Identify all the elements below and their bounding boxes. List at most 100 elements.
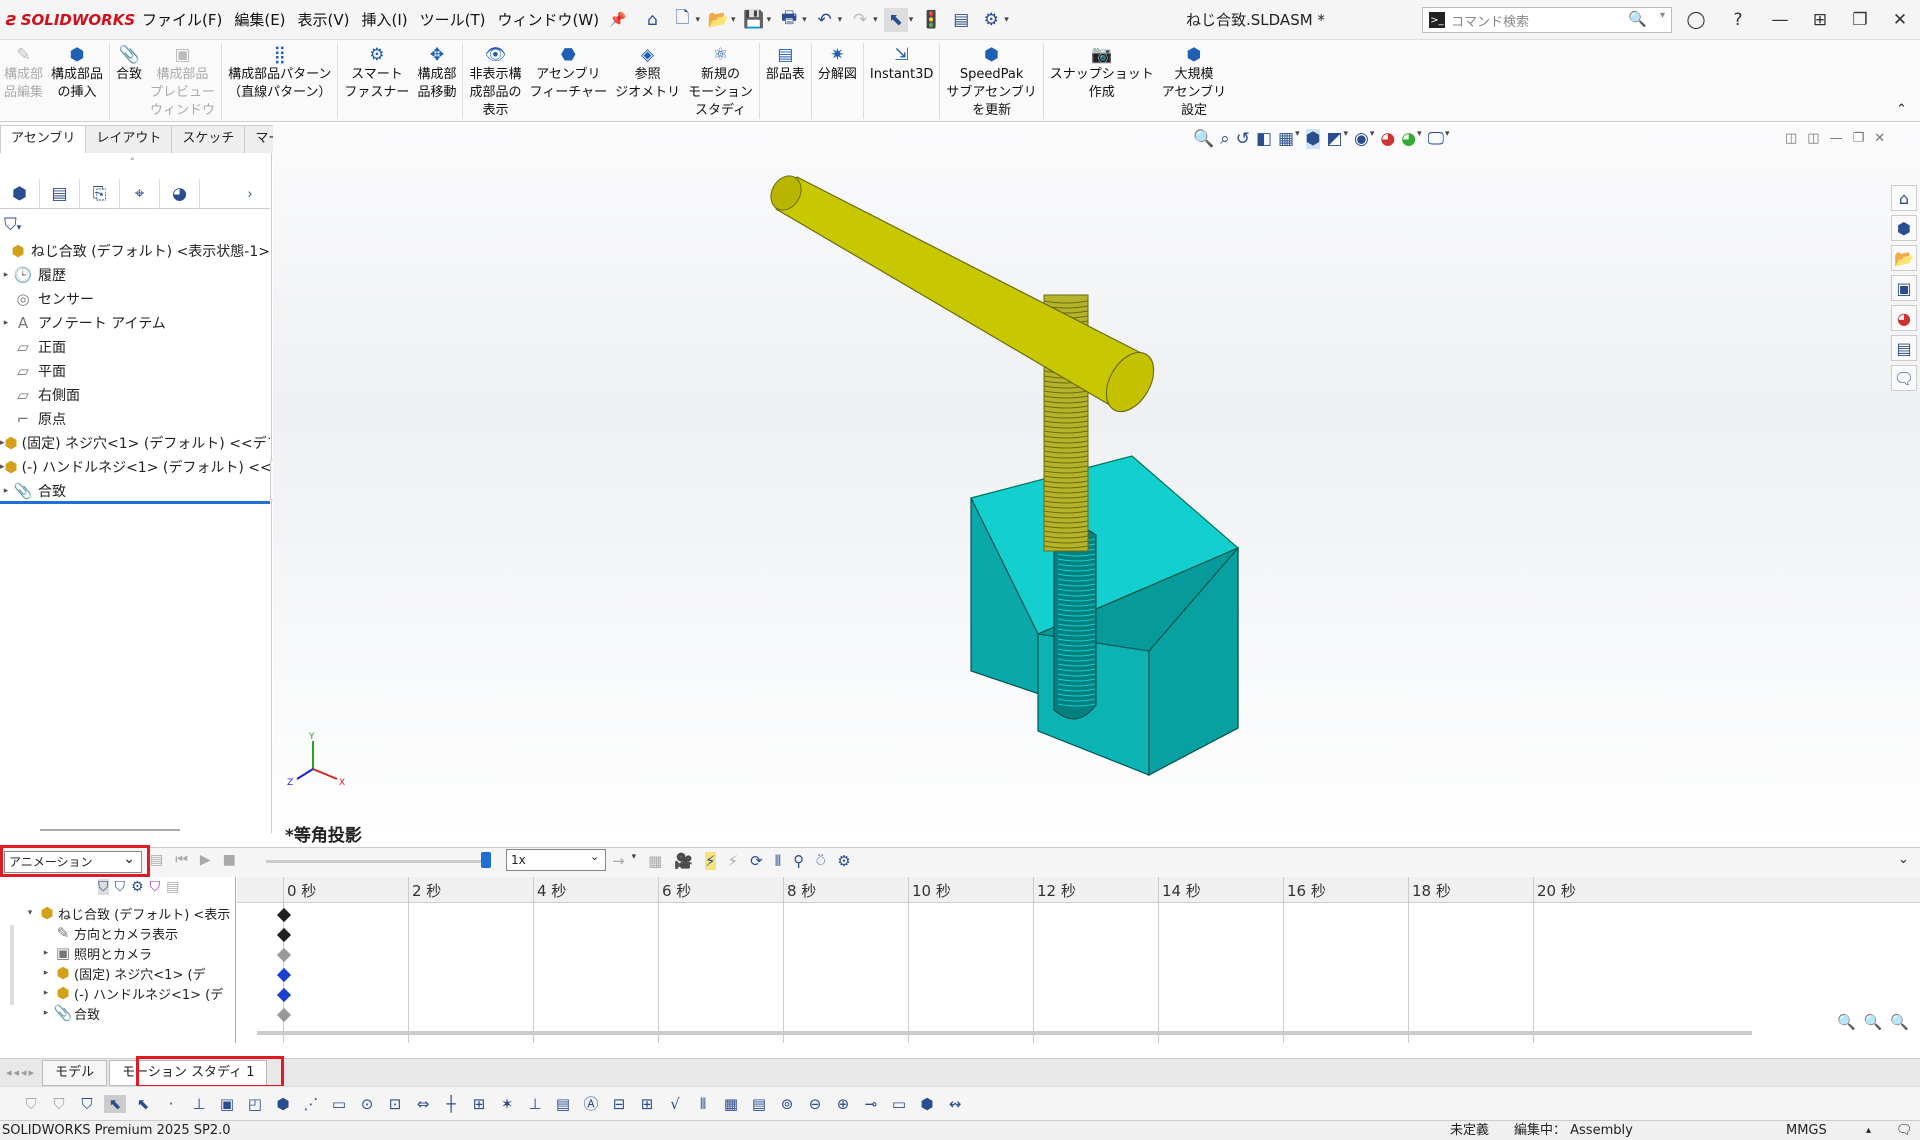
autokey-icon[interactable]: ⚡ [704, 852, 716, 870]
command-edit-component[interactable]: ✎ 構成部 品編集 [0, 40, 47, 102]
motion-tree-scrollbar[interactable] [10, 925, 14, 1005]
filter-center-icon[interactable]: ⊡ [384, 1095, 406, 1113]
select-other-icon[interactable]: ⬉ [132, 1095, 154, 1113]
unit-system[interactable]: MMGS [1786, 1121, 1827, 1140]
command-bom[interactable]: ▤ 部品表 [762, 40, 809, 84]
open-icon[interactable]: 📂 [706, 8, 730, 32]
menu-item-0[interactable]: ファイル(F) [136, 0, 228, 40]
motion-timeline[interactable]: 0 秒2 秒4 秒6 秒8 秒 10 秒 12 秒 14 秒 16 秒 18 秒 20 秒 … [237, 877, 1920, 1043]
filter-plane-icon[interactable]: ⊞ [468, 1095, 490, 1113]
feature-tree-row[interactable]: ◎ センサー [0, 287, 270, 311]
design-library-icon[interactable]: ⬢ [1891, 215, 1917, 241]
new-document-icon[interactable]: 🗋 [671, 8, 695, 32]
tab-1[interactable]: レイアウト [85, 125, 173, 153]
filter-driving-icon[interactable]: ⛉ [115, 879, 126, 895]
zoom-in-icon[interactable]: 🔍 [1837, 1013, 1856, 1031]
zoom-fit-icon[interactable]: 🔍 [1864, 1013, 1883, 1031]
spring-icon[interactable]: ⦀ [775, 852, 782, 870]
minimize-icon[interactable]: — [1760, 0, 1800, 40]
playback-mode-icon[interactable]: → [612, 852, 625, 870]
rollback-bar[interactable] [0, 501, 270, 504]
motor-icon[interactable]: ⟳ [750, 852, 763, 870]
expand-arrow-icon[interactable]: ▸ [40, 988, 52, 998]
forum-icon[interactable]: 🗨 [1891, 365, 1917, 391]
feature-tree-row[interactable]: ⬢ ねじ合致 (デフォルト) <表示状態-1> [0, 239, 270, 263]
filter-sketch-icon[interactable]: ⋰ [300, 1095, 322, 1113]
collapse-tree-icon[interactable]: ▤ [166, 879, 179, 895]
motion-tree-row[interactable]: ✎ 方向とカメラ表示 [0, 923, 232, 943]
print-icon[interactable]: 🖶 [777, 8, 801, 32]
motion-properties-icon[interactable]: ⚙ [837, 852, 850, 870]
filter-icon[interactable]: ⛉▾ [4, 215, 21, 235]
expand-arrow-icon[interactable]: ▾ [24, 908, 36, 918]
tab-2[interactable]: スケッチ [171, 125, 246, 153]
graphics-area[interactable]: 🔍 ⌕ ↺ ◧ ▦ ▾ ⬢ ◩ ▾ ◉ ▾ ◕ ◕ ▾ 🖵 ▾ ◫ ◫ — ❐ ✕ [273, 125, 1920, 846]
command-mate[interactable]: 📎 合致 [112, 40, 146, 84]
units-dropdown-icon[interactable]: ▴ [1866, 1121, 1871, 1140]
filter-point-icon[interactable]: ✶ [496, 1095, 518, 1113]
display-manager-tab-icon[interactable]: ◕ [160, 179, 200, 209]
command-show-hidden[interactable]: 👁 非表示構 成部品の 表示 [465, 40, 525, 120]
filter-edges-icon[interactable]: ⛉ [76, 1095, 98, 1113]
feature-tree-row[interactable]: ▸ ⬢ (固定) ネジ穴<1> (デフォルト) <<デフ [0, 431, 270, 455]
playback-slider-track[interactable] [266, 860, 486, 863]
feature-tree-row[interactable]: ▸ 🕒 履歴 [0, 263, 270, 287]
filter-toolbar-icon[interactable]: ⛉ [20, 1095, 42, 1113]
timeline-scrollbar[interactable] [257, 1031, 1752, 1035]
filter-cosmetic-thread-icon[interactable]: ⦀ [692, 1095, 714, 1113]
filter-tab-icon[interactable]: ⬢ [916, 1095, 938, 1113]
command-exploded-view[interactable]: ✷ 分解図 [814, 40, 861, 84]
dimxpert-tab-icon[interactable]: ⌖ [120, 179, 160, 209]
expand-arrow-icon[interactable]: ▸ [0, 318, 12, 328]
filter-datum-icon[interactable]: ⊟ [608, 1095, 630, 1113]
motion-tree-row[interactable]: ▸ ⬢ (固定) ネジ穴<1> (デ [0, 963, 232, 983]
keypoint[interactable] [276, 967, 292, 983]
command-snapshot[interactable]: 📷 スナップショット 作成 [1046, 40, 1158, 102]
menu-item-3[interactable]: 挿入(I) [356, 0, 414, 40]
expand-arrow-icon[interactable]: ▸ [40, 1008, 52, 1018]
undo-icon[interactable]: ↶ [813, 8, 837, 32]
expand-arrow-icon[interactable]: ▸ [0, 486, 12, 496]
save-animation-icon[interactable]: ▦ [648, 852, 662, 870]
filter-table-icon[interactable]: ▤ [748, 1095, 770, 1113]
filter-mate-icon[interactable]: ↭ [944, 1095, 966, 1113]
rebuild-icon[interactable]: 🚦 [919, 8, 943, 32]
bottom-tab-0[interactable]: モデル [42, 1059, 108, 1086]
command-move-component[interactable]: ✥ 構成部 品移動 [413, 40, 460, 102]
appearances-icon[interactable]: ◕ [1891, 305, 1917, 331]
save-icon[interactable]: 💾 [742, 8, 766, 32]
feature-tree-row[interactable]: ▸ ⬢ (-) ハンドルネジ<1> (デフォルト) <<デ [0, 455, 270, 479]
speed-dropdown-icon[interactable]: ⌄ [590, 850, 599, 863]
filter-hole-icon[interactable]: ⊚ [776, 1095, 798, 1113]
feature-tree-row[interactable]: ▱ 正面 [0, 335, 270, 359]
filter-surface-finish-icon[interactable]: √ [664, 1095, 686, 1113]
filter-surface-icon[interactable]: ◰ [244, 1095, 266, 1113]
file-properties-icon[interactable]: ▤ [949, 8, 973, 32]
zoom-out-icon[interactable]: 🔍 [1890, 1013, 1909, 1031]
motion-tree-row[interactable]: ▸ 📎 合致 [0, 1003, 232, 1023]
contact-icon[interactable]: ⚲ [793, 852, 804, 870]
solidworks-resources-icon[interactable]: ⌂ [1891, 185, 1917, 211]
tab-0[interactable]: アセンブリ [0, 125, 87, 153]
filter-faces-icon[interactable]: ▣ [216, 1095, 238, 1113]
property-manager-tab-icon[interactable]: ▤ [40, 179, 80, 209]
command-assembly-feature[interactable]: ⬣ アセンブリ フィーチャー [525, 40, 611, 102]
filter-vertices-icon[interactable]: · [160, 1095, 182, 1113]
clear-filter-icon[interactable]: ⛉ [48, 1095, 70, 1113]
select-arrow-icon[interactable]: ⬉ [104, 1094, 126, 1113]
keypoint[interactable] [276, 947, 292, 963]
select-icon[interactable]: ⬉ [883, 7, 908, 32]
filter-axes-icon[interactable]: ⊥ [188, 1095, 210, 1113]
panel-scrollbar[interactable] [40, 829, 180, 831]
keypoint[interactable] [276, 987, 292, 1003]
chevron-right-icon[interactable]: › [230, 179, 270, 209]
command-new-motion-study[interactable]: ⚛ 新規の モーション スタディ [684, 40, 757, 120]
filter-animated-icon[interactable]: ⛉ [98, 879, 109, 895]
feature-tree-row[interactable]: ▱ 平面 [0, 359, 270, 383]
expand-arrow-icon[interactable]: ▸ [0, 270, 12, 280]
filter-results-icon[interactable]: ⛉ [150, 879, 161, 895]
filter-block-icon[interactable]: ▦ [720, 1095, 742, 1113]
account-icon[interactable]: ◯ [1676, 0, 1716, 40]
close-icon[interactable]: ✕ [1880, 0, 1920, 40]
calculate-icon[interactable]: ▤ [150, 852, 163, 868]
